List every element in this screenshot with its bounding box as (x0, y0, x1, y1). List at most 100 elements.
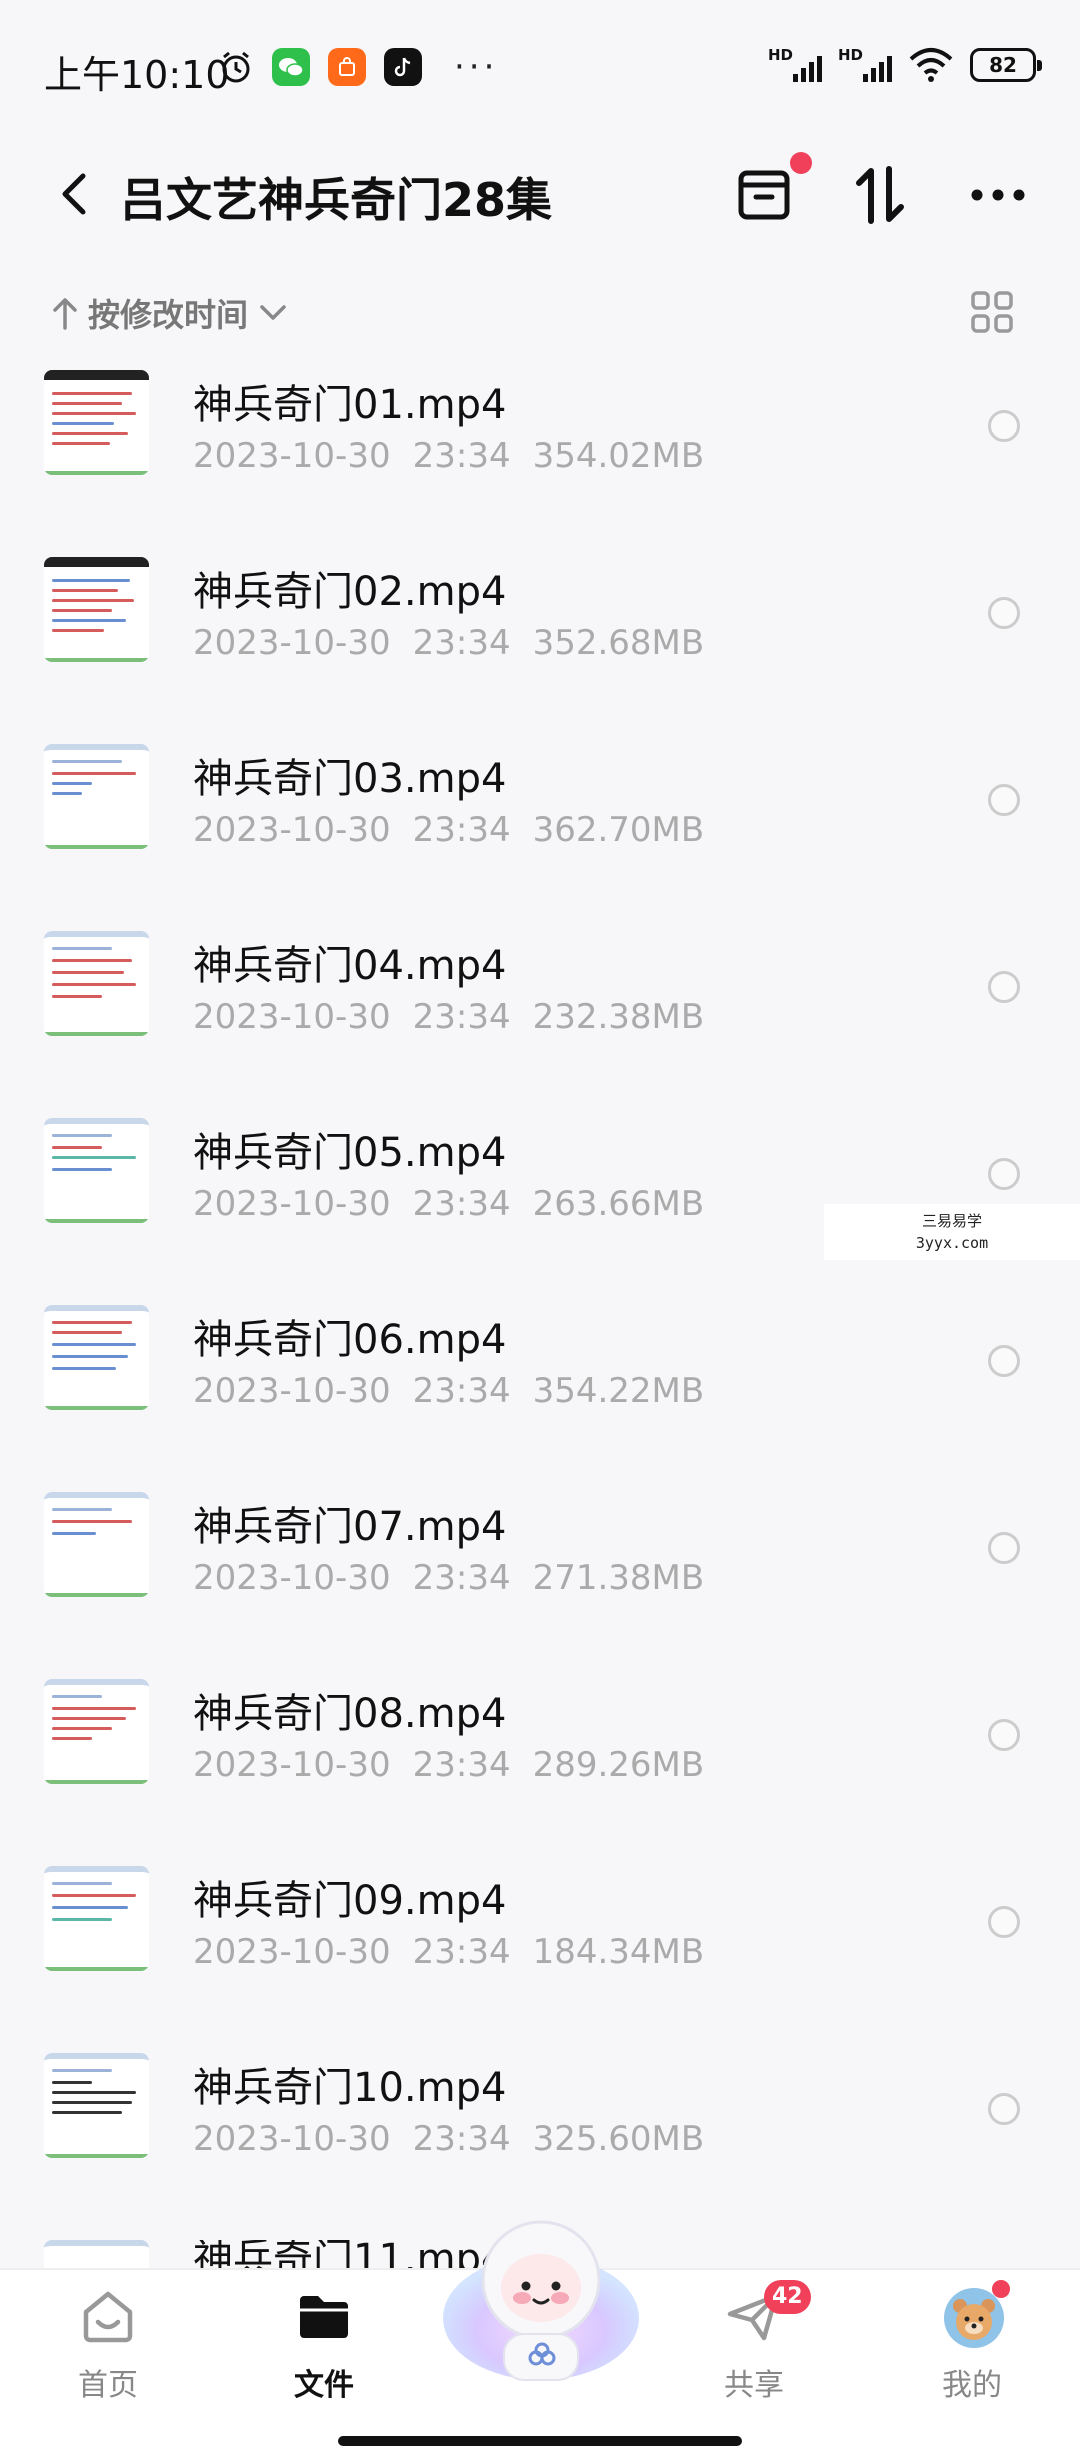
file-meta: 2023-10-30 23:34 232.38MB (193, 997, 705, 1037)
video-thumbnail (44, 931, 149, 1036)
nav-label: 我的 (942, 2368, 1002, 2403)
file-row[interactable]: 神兵奇门04.mp4 2023-10-30 23:34 232.38MB (0, 931, 1080, 1118)
taobao-icon (328, 48, 366, 86)
file-name: 神兵奇门03.mp4 (193, 756, 507, 802)
file-name: 神兵奇门06.mp4 (193, 1317, 507, 1363)
home-indicator[interactable] (338, 2436, 742, 2446)
file-name: 神兵奇门10.mp4 (193, 2065, 507, 2111)
signal-icon: HD (838, 46, 892, 84)
select-checkbox[interactable] (988, 597, 1020, 629)
nav-label: 首页 (78, 2368, 138, 2403)
file-meta: 2023-10-30 23:34 354.22MB (193, 1371, 705, 1411)
file-name: 神兵奇门01.mp4 (193, 382, 507, 428)
status-time: 上午10:10 (44, 53, 230, 97)
transfer-button[interactable] (724, 150, 812, 240)
select-checkbox[interactable] (988, 1158, 1020, 1190)
video-thumbnail (44, 370, 149, 475)
file-meta: 2023-10-30 23:34 354.02MB (193, 436, 705, 476)
select-checkbox[interactable] (988, 1719, 1020, 1751)
archive-box-icon (738, 170, 790, 220)
file-meta: 2023-10-30 23:34 271.38MB (193, 1558, 705, 1598)
grid-icon (971, 291, 1013, 333)
page-title: 吕文艺神兵奇门28集 (120, 173, 553, 227)
video-thumbnail (44, 1679, 149, 1784)
sort-arrows-icon (856, 166, 904, 224)
nav-item-mine[interactable]: 我的 (902, 2280, 1042, 2416)
file-row[interactable]: 神兵奇门06.mp4 2023-10-30 23:34 354.22MB (0, 1305, 1080, 1492)
avatar (942, 2280, 1010, 2348)
watermark-line: 三易易学 (921, 1212, 982, 1230)
more-options-button[interactable] (958, 150, 1038, 240)
watermark: 三易易学 3yyx.com (824, 1204, 1080, 1260)
signal-hd-label: HD (838, 46, 864, 64)
notification-dot (790, 152, 812, 174)
nav-label: 共享 (724, 2368, 784, 2403)
video-thumbnail (44, 557, 149, 662)
wechat-icon (272, 48, 310, 86)
home-icon (83, 2291, 133, 2343)
select-checkbox[interactable] (988, 784, 1020, 816)
nav-item-home[interactable]: 首页 (38, 2286, 178, 2416)
nav-item-files[interactable]: 文件 (254, 2286, 394, 2416)
status-more-indicator: ··· (454, 47, 499, 87)
file-row[interactable]: 神兵奇门09.mp4 2023-10-30 23:34 184.34MB (0, 1866, 1080, 2053)
file-row[interactable]: 神兵奇门03.mp4 2023-10-30 23:34 362.70MB (0, 744, 1080, 931)
file-name: 神兵奇门08.mp4 (193, 1691, 507, 1737)
battery-level: 82 (989, 53, 1017, 77)
chevron-left-icon (62, 173, 86, 215)
watermark-line: 3yyx.com (915, 1234, 989, 1252)
astronaut-mascot-icon (443, 2220, 639, 2381)
file-meta: 2023-10-30 23:34 362.70MB (193, 810, 705, 850)
battery-icon: 82 (970, 48, 1042, 82)
file-meta: 2023-10-30 23:34 184.34MB (193, 1932, 705, 1972)
grid-view-button[interactable] (970, 290, 1030, 350)
share-badge: 42 (764, 2280, 811, 2314)
file-row[interactable]: 神兵奇门02.mp4 2023-10-30 23:34 352.68MB (0, 557, 1080, 744)
file-name: 神兵奇门09.mp4 (193, 1878, 507, 1924)
signal-icon: HD (768, 46, 822, 84)
video-thumbnail (44, 1118, 149, 1223)
file-name: 神兵奇门02.mp4 (193, 569, 507, 615)
status-notification-icons: ··· (218, 48, 498, 86)
file-name: 神兵奇门04.mp4 (193, 943, 507, 989)
select-checkbox[interactable] (988, 410, 1020, 442)
file-row[interactable]: 神兵奇门01.mp4 2023-10-30 23:34 354.02MB (0, 370, 1080, 557)
signal-hd-label: HD (768, 46, 794, 64)
video-thumbnail (44, 1305, 149, 1410)
file-name: 神兵奇门07.mp4 (193, 1504, 507, 1550)
video-thumbnail (44, 2240, 149, 2268)
sort-label: 按修改时间 (88, 296, 249, 334)
status-bar: 上午10:10 ··· HD HD 82 (0, 0, 1080, 130)
file-row[interactable]: 神兵奇门08.mp4 2023-10-30 23:34 289.26MB (0, 1679, 1080, 1866)
select-checkbox[interactable] (988, 1345, 1020, 1377)
file-meta: 2023-10-30 23:34 263.66MB (193, 1184, 705, 1224)
more-dots-icon (971, 189, 1025, 201)
select-checkbox[interactable] (988, 2093, 1020, 2125)
wifi-icon (909, 48, 953, 82)
tiktok-icon (384, 48, 422, 86)
folder-icon (300, 2296, 348, 2338)
back-button[interactable] (44, 154, 104, 234)
notification-dot (992, 2280, 1010, 2298)
chevron-down-icon (260, 305, 286, 320)
video-thumbnail (44, 744, 149, 849)
header: 吕文艺神兵奇门28集 (0, 130, 1080, 270)
sort-by-modified-button[interactable]: 按修改时间 (52, 290, 288, 336)
ai-assistant-button[interactable] (438, 2210, 644, 2390)
status-right-icons: HD HD 82 (768, 46, 1042, 84)
file-name: 神兵奇门05.mp4 (193, 1130, 507, 1176)
select-checkbox[interactable] (988, 971, 1020, 1003)
video-thumbnail (44, 1492, 149, 1597)
nav-item-share[interactable]: 42 共享 (684, 2280, 824, 2416)
select-checkbox[interactable] (988, 1906, 1020, 1938)
video-thumbnail (44, 1866, 149, 1971)
video-thumbnail (44, 2053, 149, 2158)
arrow-up-icon (53, 298, 77, 330)
select-checkbox[interactable] (988, 1532, 1020, 1564)
sort-bar: 按修改时间 (0, 270, 1080, 370)
file-meta: 2023-10-30 23:34 289.26MB (193, 1745, 705, 1785)
file-row[interactable]: 神兵奇门07.mp4 2023-10-30 23:34 271.38MB (0, 1492, 1080, 1679)
file-meta: 2023-10-30 23:34 352.68MB (193, 623, 705, 663)
nav-label: 文件 (294, 2368, 354, 2403)
sort-button[interactable] (840, 150, 920, 240)
